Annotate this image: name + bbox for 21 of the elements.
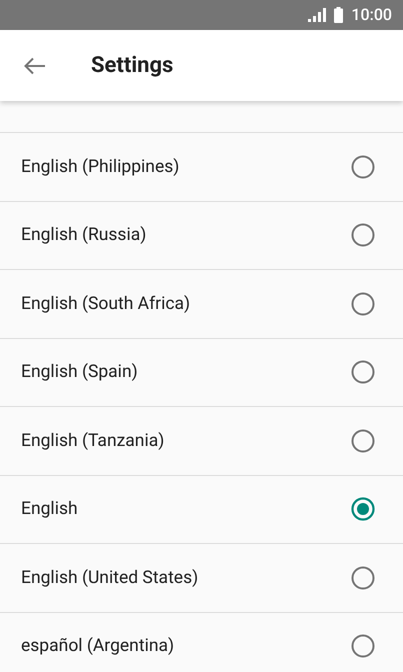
language-option[interactable]: English (Tanzania) [0, 407, 403, 476]
language-option[interactable]: English [0, 476, 403, 544]
language-option[interactable]: English (Russia) [0, 202, 403, 270]
language-label: English (South Africa) [21, 292, 190, 316]
language-label: English (Tanzania) [21, 430, 164, 453]
language-label: español (Argentina) [21, 635, 174, 658]
language-label: English [21, 498, 78, 522]
language-label: English (United States) [21, 566, 198, 590]
language-option[interactable]: English (Philippines) [0, 133, 403, 202]
language-option[interactable]: English (Spain) [0, 338, 403, 407]
signal-icon [308, 8, 326, 22]
battery-icon [334, 7, 344, 23]
language-option[interactable]: English (United States) [0, 544, 403, 612]
status-time: 10:00 [351, 4, 392, 26]
back-arrow-icon [24, 56, 46, 74]
app-bar-title: Settings [91, 52, 174, 80]
language-option[interactable]: español (Argentina) [0, 612, 403, 672]
language-label: English (Philippines) [21, 156, 180, 179]
language-label: English (Spain) [21, 361, 138, 384]
language-label: English (Russia) [21, 224, 146, 248]
language-option[interactable]: English (South Africa) [0, 270, 403, 338]
